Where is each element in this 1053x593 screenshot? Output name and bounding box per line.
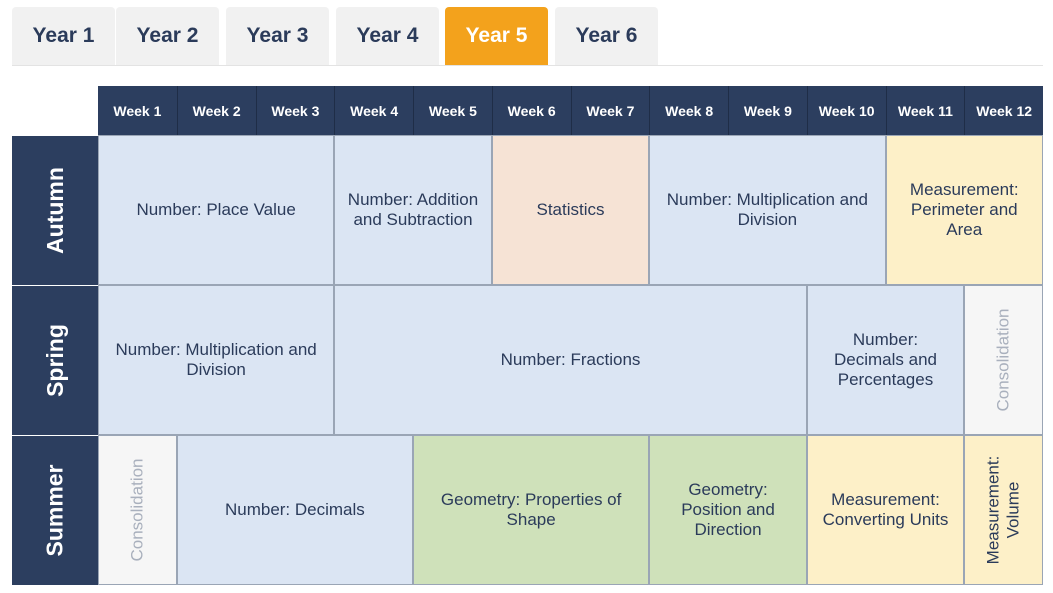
block-label: Number: Multiplication and Division (666, 190, 868, 229)
block-multiplication-division-spring[interactable]: Number: Multiplication and Division (98, 285, 335, 435)
grid-corner (12, 86, 98, 135)
week-header-8: Week 8 (649, 86, 728, 135)
block-label: Number: Addition and Subtraction (347, 190, 479, 229)
block-label: Statistics (536, 200, 605, 219)
block-perimeter-area[interactable]: Measurement: Perimeter and Area (885, 135, 1043, 285)
block-label: Measurement: Perimeter and Area (909, 180, 1019, 239)
week-header-12: Week 12 (964, 86, 1043, 135)
block-place-value[interactable]: Number: Place Value (98, 135, 335, 285)
season-summer: Summer (12, 435, 98, 585)
block-addition-subtraction[interactable]: Number: Addition and Subtraction (334, 135, 492, 285)
block-consolidation-spring[interactable]: Consolidation (964, 285, 1043, 435)
tab-divider (12, 65, 1043, 66)
tab-year-3[interactable]: Year 3 (226, 7, 329, 65)
season-label: Spring (41, 324, 68, 397)
week-header-11: Week 11 (885, 86, 965, 135)
season-autumn: Autumn (12, 135, 98, 285)
tab-year-1[interactable]: Year 1 (12, 7, 115, 65)
block-label: Number: Decimals (224, 500, 365, 519)
week-header-5: Week 5 (413, 86, 492, 135)
block-fractions[interactable]: Number: Fractions (334, 285, 807, 435)
season-spring: Spring (12, 285, 98, 435)
week-header-3: Week 3 (255, 86, 335, 135)
season-label: Summer (41, 464, 68, 557)
block-properties-of-shape[interactable]: Geometry: Properties of Shape (413, 435, 650, 585)
block-label: Number: Place Value (136, 200, 296, 219)
block-converting-units[interactable]: Measurement: Converting Units (806, 435, 965, 585)
tab-year-2[interactable]: Year 2 (116, 7, 219, 65)
block-decimals-percentages[interactable]: Number: Decimals and Percentages (806, 285, 965, 435)
block-label: Number: Decimals and Percentages (834, 330, 937, 389)
block-label: Measurement: Converting Units (822, 490, 949, 529)
year-tabs: Year 1 Year 2 Year 3 Year 4 Year 5 Year … (12, 7, 1043, 65)
block-label: Consolidation (127, 458, 147, 562)
week-header-4: Week 4 (334, 86, 413, 135)
week-header-1: Week 1 (98, 86, 177, 135)
block-label: Geometry: Properties of Shape (440, 490, 622, 529)
season-label: Autumn (41, 167, 68, 254)
week-header-7: Week 7 (570, 86, 650, 135)
block-statistics[interactable]: Statistics (491, 135, 650, 285)
tab-year-5[interactable]: Year 5 (445, 7, 548, 65)
block-label: Measurement: Volume (983, 455, 1023, 565)
block-label: Number: Multiplication and Division (115, 340, 317, 379)
block-consolidation-summer[interactable]: Consolidation (98, 435, 177, 585)
block-label: Geometry: Position and Direction (681, 480, 775, 539)
block-multiplication-division-autumn[interactable]: Number: Multiplication and Division (649, 135, 886, 285)
block-decimals[interactable]: Number: Decimals (176, 435, 413, 585)
week-header-9: Week 9 (728, 86, 807, 135)
block-label: Consolidation (993, 308, 1013, 412)
scheme-of-learning-grid: Week 1 Week 2 Week 3 Week 4 Week 5 Week … (12, 86, 1043, 585)
week-header-2: Week 2 (176, 86, 256, 135)
tab-year-4[interactable]: Year 4 (336, 7, 439, 65)
week-header-10: Week 10 (806, 86, 886, 135)
week-header-6: Week 6 (491, 86, 571, 135)
tab-year-6[interactable]: Year 6 (555, 7, 658, 65)
block-position-direction[interactable]: Geometry: Position and Direction (649, 435, 807, 585)
block-label: Number: Fractions (500, 350, 641, 369)
block-volume[interactable]: Measurement: Volume (964, 435, 1043, 585)
